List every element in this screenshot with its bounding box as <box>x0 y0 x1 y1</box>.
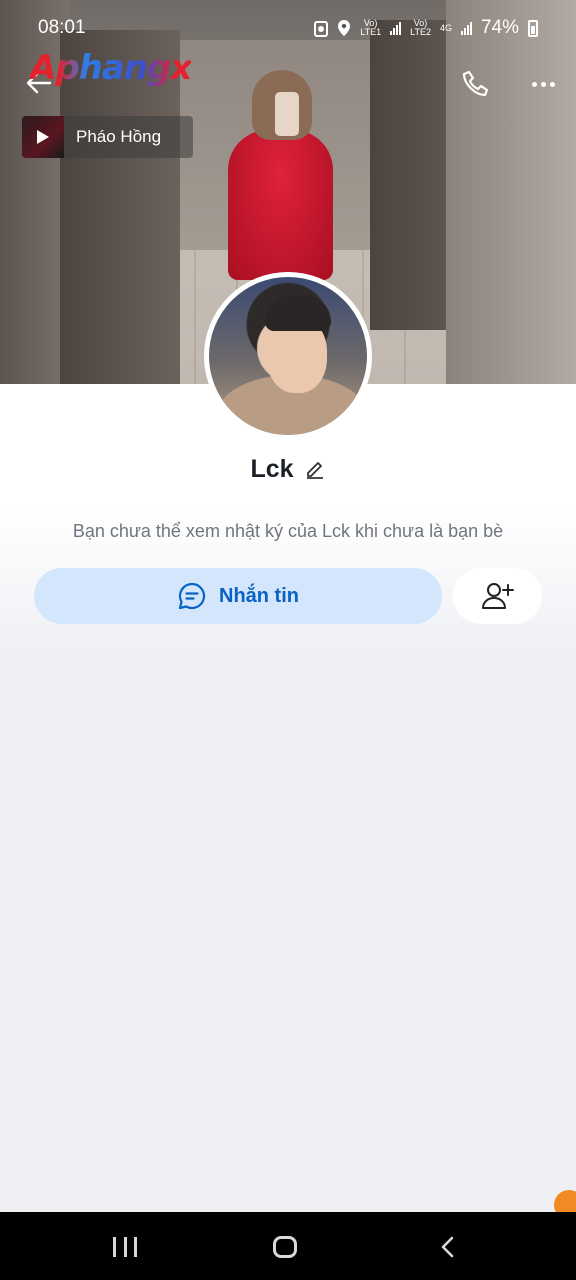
pencil-icon[interactable] <box>304 458 326 480</box>
message-button[interactable]: Nhắn tin <box>34 568 442 624</box>
profile-music-chip[interactable]: Pháo Hồng <box>22 116 193 158</box>
sim2-label: Vo) LTE2 <box>410 18 431 37</box>
music-title: Pháo Hồng <box>76 127 162 146</box>
battery-saver-icon <box>314 20 329 37</box>
diary-notice: Bạn chưa thể xem nhật ký của Lck khi chư… <box>72 521 504 541</box>
battery-icon <box>528 19 538 37</box>
add-user-icon <box>481 583 514 609</box>
chat-bubble-icon <box>178 582 206 610</box>
status-icons: Vo) LTE1 Vo) LTE2 4G 74% <box>314 17 538 39</box>
content-area <box>0 656 576 1212</box>
message-button-label: Nhắn tin <box>219 584 299 607</box>
call-button[interactable] <box>460 68 492 100</box>
network-label: 4G <box>439 22 452 33</box>
profile-name-row: Lck <box>0 452 576 486</box>
cover-person <box>228 130 333 280</box>
recent-apps-button[interactable] <box>113 1237 137 1257</box>
watermark-logo: Aphangx <box>30 48 192 88</box>
signal-icon <box>390 21 402 35</box>
avatar-hair <box>265 295 331 331</box>
more-options-button[interactable] <box>527 68 559 100</box>
profile-name: Lck <box>250 454 294 483</box>
top-nav: Aphangx <box>0 48 576 108</box>
battery-percent: 74% <box>480 17 519 38</box>
home-button[interactable] <box>273 1236 297 1258</box>
add-friend-button[interactable] <box>453 568 542 624</box>
music-thumbnail <box>22 116 64 158</box>
signal-icon <box>460 21 472 35</box>
more-dots-icon <box>549 81 555 87</box>
nav-back-icon[interactable] <box>438 1236 458 1258</box>
more-dots-icon <box>531 81 537 87</box>
phone-icon <box>462 70 489 97</box>
status-time: 08:01 <box>38 17 86 38</box>
play-icon <box>37 130 49 144</box>
location-icon <box>338 20 351 36</box>
sim1-label: Vo) LTE1 <box>360 18 382 37</box>
avatar[interactable] <box>204 272 372 440</box>
more-dots-icon <box>540 81 546 87</box>
system-nav-bar <box>0 1212 576 1280</box>
